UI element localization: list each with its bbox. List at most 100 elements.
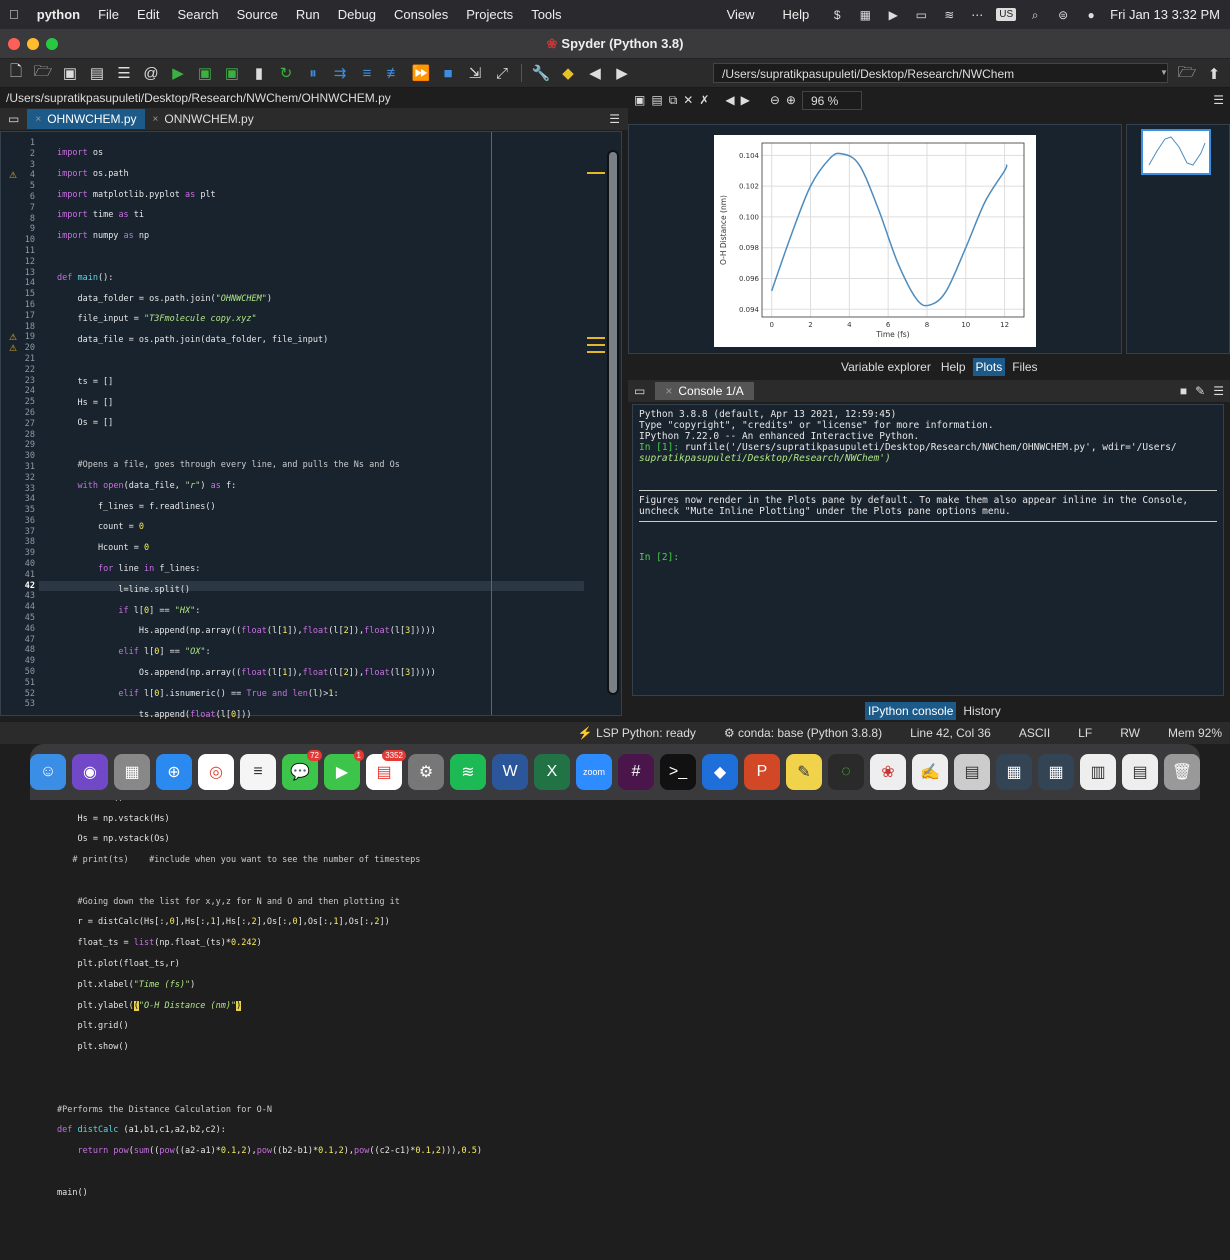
tab-variable-explorer[interactable]: Variable explorer [838, 358, 934, 376]
vscode-icon[interactable]: ◆ [702, 754, 738, 790]
warning-icon[interactable]: ⚠ [9, 170, 17, 181]
siri-icon[interactable]: ● [1082, 8, 1100, 22]
save-all-icon[interactable]: ▤ [85, 62, 109, 84]
console-prompt[interactable]: In [2]: [639, 552, 1217, 563]
warning-marker[interactable] [587, 351, 605, 353]
tab-ipython-console[interactable]: IPython console [865, 702, 957, 720]
close-window-icon[interactable] [8, 38, 20, 50]
app-menu[interactable]: python [28, 7, 89, 22]
chrome-icon[interactable]: ◎ [198, 754, 234, 790]
zoom-window-icon[interactable] [46, 38, 58, 50]
debug-icon[interactable]: ⏸ [301, 62, 325, 84]
python-path-icon[interactable]: ◆ [556, 62, 580, 84]
menu-source[interactable]: Source [228, 7, 287, 22]
run-cell-icon[interactable]: ▣ [193, 62, 217, 84]
apple-menu-icon[interactable]:  [0, 7, 28, 22]
textedit-icon[interactable]: ✍ [912, 754, 948, 790]
tab-plots[interactable]: Plots [972, 358, 1006, 376]
menu-tools[interactable]: Tools [522, 7, 570, 22]
run-cell-advance-icon[interactable]: ▣ [220, 62, 244, 84]
stop-console-icon[interactable]: ■ [1180, 384, 1187, 398]
tab-ohnwchem[interactable]: × OHNWCHEM.py [27, 109, 145, 129]
menubar-clock[interactable]: Fri Jan 13 3:32 PM [1110, 7, 1220, 22]
copy-plot-icon[interactable]: ⧉ [669, 93, 678, 108]
system-preferences-icon[interactable]: ⚙ [408, 754, 444, 790]
tab-history[interactable]: History [960, 702, 1003, 720]
facetime-icon[interactable]: ▶ 1 [324, 750, 364, 790]
input-source-badge[interactable]: US [996, 8, 1017, 21]
trash-icon[interactable]: 🗑 [1164, 754, 1200, 790]
tab-help[interactable]: Help [938, 358, 969, 376]
save-all-plots-icon[interactable]: ▤ [651, 93, 662, 107]
dots-icon[interactable]: ⋯ [968, 8, 986, 22]
open-file-icon[interactable]: 🗁 [31, 62, 55, 84]
control-center-icon[interactable]: ⊜ [1054, 8, 1072, 22]
notes-icon[interactable]: ≡ [240, 754, 276, 790]
menu-view[interactable]: View [718, 7, 764, 22]
save-plot-icon[interactable]: ▣ [634, 93, 645, 107]
window-thumb-icon[interactable]: ▦ [1038, 754, 1074, 790]
close-tab-icon[interactable]: × [665, 384, 672, 398]
ipython-console[interactable]: Python 3.8.8 (default, Apr 13 2021, 12:5… [632, 404, 1224, 696]
editor-options-icon[interactable]: ☰ [601, 109, 628, 129]
messages-icon[interactable]: 💬 72 [282, 750, 322, 790]
window-thumb-icon[interactable]: ▥ [1080, 754, 1116, 790]
menu-debug[interactable]: Debug [329, 7, 385, 22]
menu-search[interactable]: Search [168, 7, 227, 22]
menu-file[interactable]: File [89, 7, 128, 22]
activity-icon[interactable]: ◌ [828, 754, 864, 790]
launchpad-icon[interactable]: ▦ [114, 754, 150, 790]
run-selection-icon[interactable]: ▮ [247, 62, 271, 84]
plots-options-icon[interactable]: ☰ [1213, 93, 1224, 107]
maximize-pane-icon[interactable]: ⇲ [463, 62, 487, 84]
menu-help[interactable]: Help [774, 7, 819, 22]
browse-folder-icon[interactable]: 🗁 [1175, 63, 1199, 85]
step-icon[interactable]: ⇉ [328, 62, 352, 84]
save-icon[interactable]: ▣ [58, 62, 82, 84]
stickies-icon[interactable]: ✎ [786, 754, 822, 790]
plot-canvas[interactable]: 0 2 4 6 8 10 12 0.094 0.096 0.098 0.100 0.102 0.104 T… [628, 124, 1122, 354]
battery-icon[interactable]: ▭ [912, 8, 930, 22]
dollar-icon[interactable]: $ [828, 8, 846, 22]
search-icon[interactable]: ⌕ [1026, 8, 1044, 22]
new-file-icon[interactable]: 🗋 [4, 62, 28, 84]
warning-marker[interactable] [587, 337, 605, 339]
continue-icon[interactable]: ⏩ [409, 62, 433, 84]
powerpoint-icon[interactable]: P [744, 754, 780, 790]
tab-console-1a[interactable]: × Console 1/A [655, 382, 754, 400]
step-return-icon[interactable]: ≢ [382, 62, 406, 84]
step-into-icon[interactable]: ≡ [355, 62, 379, 84]
warning-marker[interactable] [587, 172, 605, 174]
at-icon[interactable]: @ [139, 62, 163, 84]
close-tab-icon[interactable]: × [153, 114, 159, 125]
rerun-icon[interactable]: ↻ [274, 62, 298, 84]
zoom-input[interactable]: 96 % [801, 90, 862, 110]
scrollbar-thumb[interactable] [609, 152, 617, 693]
safari-icon[interactable]: ⊕ [156, 754, 192, 790]
editor-scrollbar[interactable] [607, 150, 619, 695]
zoom-in-icon[interactable]: ⊕ [786, 93, 796, 107]
zoom-out-icon[interactable]: ⊖ [770, 93, 780, 107]
close-tab-icon[interactable]: × [35, 114, 41, 125]
plot-thumbnail[interactable] [1141, 129, 1211, 175]
window-thumb-icon[interactable]: ▦ [996, 754, 1032, 790]
chevron-down-icon[interactable]: ▼ [1160, 63, 1170, 83]
siri-icon[interactable]: ◉ [72, 754, 108, 790]
preferences-wrench-icon[interactable]: 🔧 [529, 62, 553, 84]
fullscreen-icon[interactable]: ⤢ [490, 62, 514, 84]
previous-plot-icon[interactable]: ◀ [725, 93, 734, 107]
forward-arrow-icon[interactable]: ▶ [610, 62, 634, 84]
console-options-icon[interactable]: ☰ [1213, 384, 1224, 398]
working-directory-input[interactable]: /Users/supratikpasupuleti/Desktop/Resear… [713, 63, 1168, 83]
calendar-icon[interactable]: ▤ 3352 [366, 750, 406, 790]
tab-onnwchem[interactable]: × ONNWCHEM.py [145, 109, 262, 129]
code-editor[interactable]: 1 2 3 4 5 6 7 8 9 10 11 12 13 14 15 16 17 18 19 20 21 22 23 24 2… [0, 131, 622, 1198]
warning-icon[interactable]: ⚠ [9, 332, 17, 343]
tab-browse-icon[interactable]: ▭ [0, 109, 27, 129]
warning-marker[interactable] [587, 344, 605, 346]
zoom-app-icon[interactable]: zoom [576, 754, 612, 790]
next-plot-icon[interactable]: ▶ [741, 93, 750, 107]
spyder-icon[interactable]: ❀ [870, 754, 906, 790]
tab-files[interactable]: Files [1009, 358, 1040, 376]
console-browse-icon[interactable]: ▭ [634, 384, 645, 398]
